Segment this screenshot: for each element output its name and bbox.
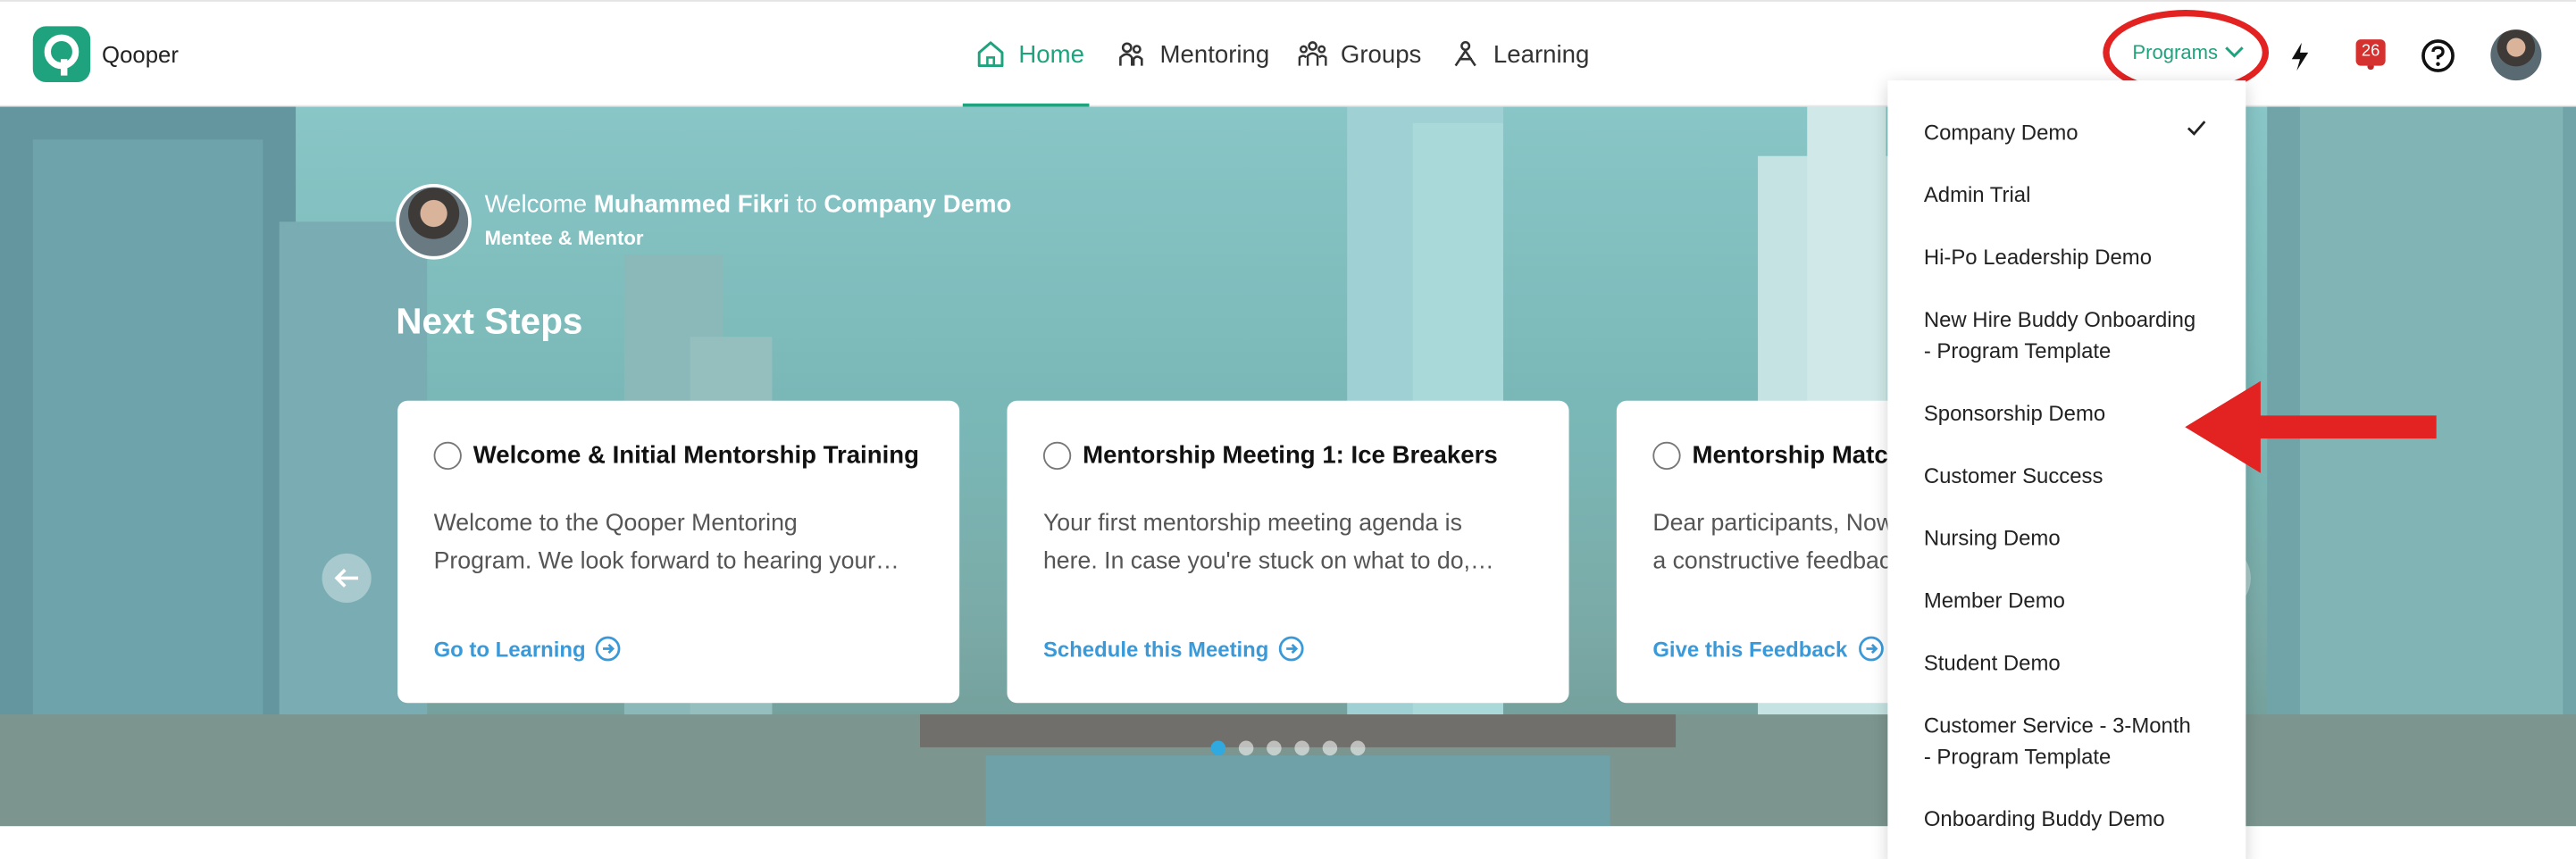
card-link-label: Schedule this Meeting (1042, 636, 1269, 662)
card-title: Mentorship Match (1692, 441, 1896, 471)
arrow-circle-right-icon (1858, 636, 1883, 662)
next-step-card[interactable]: Mentorship Meeting 1: Ice Breakers Your … (1007, 400, 1569, 704)
carousel-dot[interactable] (1267, 740, 1282, 756)
carousel-dot[interactable] (1294, 740, 1309, 756)
program-option-admin-trial[interactable]: Admin Trial (1924, 179, 2220, 210)
nav-learning-label: Learning (1493, 40, 1590, 69)
user-avatar[interactable] (2490, 29, 2542, 81)
program-option-sponsorship-demo[interactable]: Sponsorship Demo (1924, 397, 2220, 429)
nav-mentoring[interactable]: Mentoring (1117, 2, 1270, 107)
welcome-prefix: Welcome (484, 190, 588, 219)
welcome-to: to (796, 190, 817, 219)
mentoring-icon (1119, 42, 1143, 66)
nav-mentoring-label: Mentoring (1159, 40, 1270, 69)
program-option-hipo-leadership-demo[interactable]: Hi-Po Leadership Demo (1924, 241, 2220, 272)
arrow-circle-right-icon (1279, 636, 1305, 662)
nav-learning[interactable]: Learning (1451, 2, 1589, 107)
program-option-customer-success[interactable]: Customer Success (1924, 460, 2220, 491)
program-option-new-hire-buddy-onboarding[interactable]: New Hire Buddy Onboarding - Program Temp… (1924, 304, 2220, 366)
program-option-student-demo[interactable]: Student Demo (1924, 647, 2220, 679)
welcome-company: Company Demo (824, 190, 1012, 219)
card-desc-line: Program. We look forward to hearing your… (433, 548, 899, 575)
user-role: Mentee & Mentor (484, 226, 644, 250)
card-desc-line: a constructive feedback (1652, 548, 1896, 575)
next-step-card[interactable]: Mentorship Match Dear participants, Now … (1616, 400, 1896, 704)
step-checkbox[interactable] (1652, 441, 1681, 471)
lightning-icon[interactable] (2282, 38, 2318, 73)
card-title: Mentorship Meeting 1: Ice Breakers (1083, 441, 1498, 471)
card-desc-line: here. In case you're stuck on what to do… (1042, 548, 1494, 575)
next-step-card[interactable]: Welcome & Initial Mentorship Training We… (397, 400, 960, 704)
card-link-label: Go to Learning (433, 636, 586, 662)
program-option-onboarding-buddy-demo[interactable]: Onboarding Buddy Demo (1924, 803, 2220, 834)
welcome-message: Welcome Muhammed Fikri to Company Demo (485, 190, 1012, 218)
card-description: Welcome to the Qooper Mentoring Program.… (434, 506, 927, 582)
home-icon (977, 41, 1004, 68)
card-description: Dear participants, Now a constructive fe… (1652, 506, 1895, 582)
red-arrow-annotation (2185, 380, 2437, 473)
groups-icon (1298, 41, 1327, 66)
brand-name: Qooper (102, 40, 179, 68)
card-link-label: Give this Feedback (1652, 636, 1848, 662)
help-icon[interactable] (2420, 38, 2455, 73)
card-desc-line: Welcome to the Qooper Mentoring (433, 511, 798, 538)
schedule-meeting-link[interactable]: Schedule this Meeting (1043, 636, 1305, 662)
card-title: Welcome & Initial Mentorship Training (473, 441, 919, 471)
step-checkbox[interactable] (1042, 441, 1072, 471)
card-description: Your first mentorship meeting agenda is … (1043, 506, 1536, 582)
go-to-learning-link[interactable]: Go to Learning (434, 636, 623, 662)
card-desc-line: Dear participants, Now (1652, 511, 1894, 538)
step-checkbox[interactable] (433, 441, 462, 471)
carousel-dot[interactable] (1350, 740, 1366, 756)
nav-home-label: Home (1018, 40, 1084, 69)
notification-count-badge: 26 (2355, 39, 2386, 66)
next-steps-heading: Next Steps (396, 300, 583, 342)
card-desc-line: Your first mentorship meeting agenda is (1042, 511, 1462, 538)
learning-icon (1454, 40, 1476, 67)
carousel-dot[interactable] (1210, 740, 1226, 756)
nav-home[interactable]: Home (976, 2, 1084, 107)
program-option-company-demo[interactable]: Company Demo (1924, 117, 2220, 148)
program-option-nursing-demo[interactable]: Nursing Demo (1924, 522, 2220, 554)
nav-groups-label: Groups (1340, 40, 1422, 69)
welcome-user-name: Muhammed Fikri (593, 190, 790, 219)
carousel-prev-button[interactable] (322, 553, 372, 604)
carousel-dot[interactable] (1238, 740, 1254, 756)
qooper-logo[interactable] (32, 26, 91, 82)
arrow-left-icon (334, 568, 358, 588)
carousel-dots (1210, 740, 1366, 756)
carousel-dot[interactable] (1322, 740, 1338, 756)
nav-groups[interactable]: Groups (1298, 2, 1421, 107)
program-option-member-demo[interactable]: Member Demo (1924, 585, 2220, 616)
arrow-circle-right-icon (596, 636, 622, 662)
program-option-customer-service[interactable]: Customer Service - 3-Month - Program Tem… (1924, 710, 2220, 772)
give-feedback-link[interactable]: Give this Feedback (1652, 636, 1883, 662)
welcome-avatar (396, 184, 472, 260)
check-icon (2187, 121, 2206, 136)
